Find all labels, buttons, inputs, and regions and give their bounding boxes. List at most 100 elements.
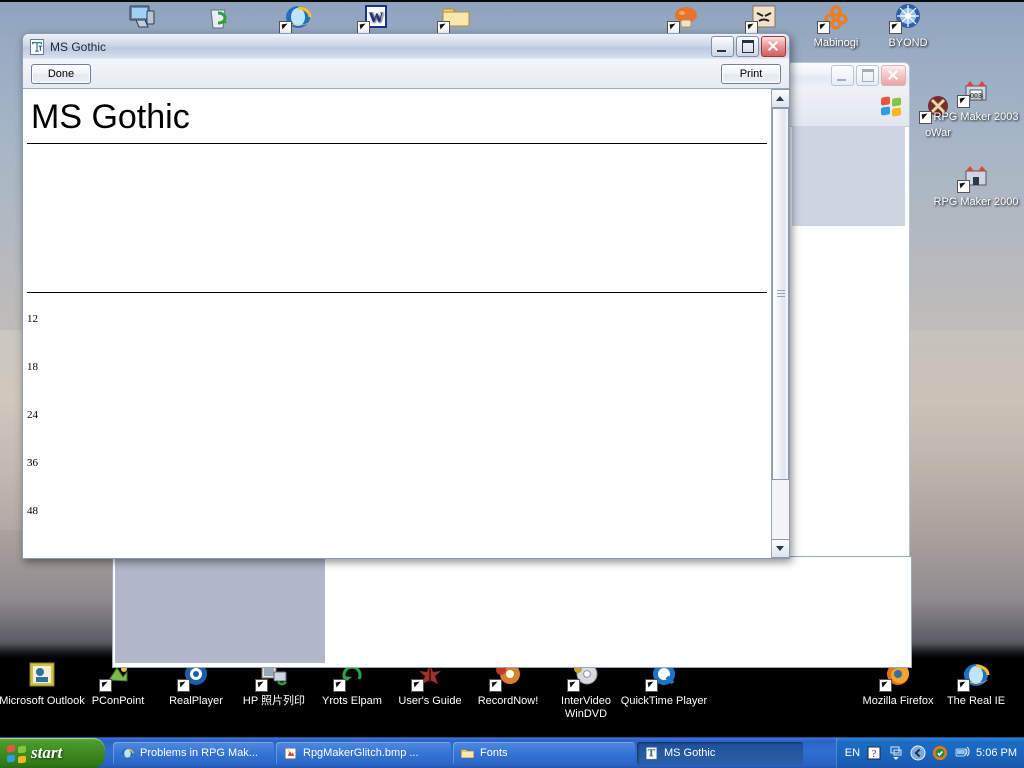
shortcut-overlay-icon [333, 679, 346, 692]
shortcut-overlay-icon [567, 679, 580, 692]
microsoft-word-icon: W [357, 2, 393, 34]
rpg-maker-2003-icon: 003 [957, 76, 993, 108]
fonts-window-side-panel [792, 126, 905, 226]
shortcut-overlay-icon [957, 679, 970, 692]
taskbar-item-label: Fonts [480, 747, 508, 759]
overlap-windows-icon[interactable] [888, 745, 904, 761]
minimize-button[interactable] [711, 36, 734, 57]
vertical-scrollbar[interactable] [771, 89, 789, 558]
font-viewer-window[interactable]: MS Gothic Done Print MS Gothic 12 18 24 36 4… [22, 33, 790, 559]
svg-text:?: ? [872, 749, 877, 760]
windows-flag-icon [881, 96, 903, 117]
shortcut-overlay-icon [255, 679, 268, 692]
recycle-bin-icon [201, 2, 235, 34]
font-sample-row: 24 [23, 409, 771, 457]
fonts-window-titlebar[interactable] [786, 62, 910, 88]
fonts-window-controls[interactable] [831, 65, 906, 86]
language-indicator[interactable]: EN [845, 747, 860, 759]
svg-text:003: 003 [970, 93, 982, 100]
byond-icon [889, 2, 925, 34]
taskbar-item-label: RpgMakerGlitch.bmp ... [303, 747, 419, 759]
maplestory-mushroom-icon [667, 2, 703, 34]
scroll-down-arrow-icon[interactable] [772, 539, 789, 558]
desktop-icon[interactable]: BYOND [862, 2, 954, 50]
desktop-icon-label: QuickTime Player [620, 695, 708, 707]
shortcut-overlay-icon [99, 679, 112, 692]
scrollbar-track[interactable] [772, 108, 789, 539]
desktop-icon[interactable] [172, 2, 264, 37]
close-button[interactable] [881, 65, 906, 86]
desktop-icon-label: RPG Maker 2003 [933, 111, 1019, 123]
scroll-up-arrow-icon[interactable] [772, 89, 789, 108]
font-file-icon [644, 746, 659, 761]
desktop-icon[interactable]: 003 RPG Maker 2003 [930, 76, 1022, 124]
font-sample-row: 18 [23, 361, 771, 409]
fonts-window-lower-panel [115, 559, 325, 663]
antivirus-shield-icon[interactable] [932, 745, 948, 761]
shortcut-overlay-icon [489, 679, 502, 692]
internet-explorer-icon [957, 660, 993, 692]
font-sample-row: 36 [23, 457, 771, 505]
font-sample-size: 24 [27, 409, 38, 421]
desktop-icon[interactable]: W [330, 2, 422, 37]
desktop-icon-label: BYOND [888, 37, 928, 49]
close-button[interactable] [761, 36, 786, 57]
folder-icon [437, 2, 473, 34]
font-viewer-controls[interactable] [711, 36, 786, 57]
desktop-icon-label: The Real IE [946, 695, 1006, 707]
taskbar-item[interactable]: Fonts [453, 741, 635, 765]
maximize-button[interactable] [736, 36, 759, 57]
font-metadata-region [23, 144, 771, 292]
windows-flag-icon [7, 743, 26, 764]
shortcut-overlay-icon [957, 180, 970, 193]
taskbar-item[interactable]: MS Gothic [637, 741, 803, 765]
taskbar-item[interactable]: RpgMakerGlitch.bmp ... [276, 741, 451, 765]
font-sample-size: 36 [27, 457, 38, 469]
font-sample-row: 48 [23, 505, 771, 553]
font-sample-row: 12 [23, 313, 771, 361]
mabinogi-icon [817, 2, 853, 34]
font-viewer-titlebar[interactable]: MS Gothic [22, 33, 790, 59]
font-viewer-toolbar: Done Print [23, 59, 789, 88]
minimize-button[interactable] [831, 65, 854, 86]
font-viewer-title: MS Gothic [50, 39, 107, 54]
font-preview-page: MS Gothic 12 18 24 36 48 [23, 89, 771, 558]
print-button[interactable]: Print [721, 63, 781, 84]
desktop-icon[interactable]: The Real IE [930, 660, 1022, 708]
taskbar[interactable]: start Problems in RPG Mak... RpgMakerGlit… [0, 737, 1024, 768]
desktop-icon[interactable] [410, 2, 502, 37]
taskbar-item-label: MS Gothic [664, 747, 716, 759]
system-tray[interactable]: EN ? 5:06 PM [835, 738, 1024, 768]
scrollbar-thumb[interactable] [772, 108, 789, 480]
font-file-icon [29, 38, 45, 55]
done-button[interactable]: Done [31, 63, 91, 84]
font-viewer-body: Done Print MS Gothic 12 18 24 36 48 [22, 59, 790, 559]
fonts-window-lower-sheet [112, 556, 912, 668]
folder-icon [460, 746, 475, 761]
taskbar-clock[interactable]: 5:06 PM [976, 747, 1017, 759]
shortcut-overlay-icon [645, 679, 658, 692]
scrollbar-grip-icon [777, 290, 785, 298]
start-button-label: start [31, 743, 63, 762]
paint-icon [283, 746, 298, 761]
font-preview-canvas: MS Gothic 12 18 24 36 48 [23, 88, 789, 558]
help-question-icon[interactable]: ? [866, 745, 882, 761]
taskbar-item[interactable]: Problems in RPG Mak... [113, 741, 274, 765]
show-hidden-icons-chevron[interactable] [910, 745, 926, 761]
taskbar-task-list[interactable]: Problems in RPG Mak... RpgMakerGlitch.bmp… [113, 741, 836, 765]
rpg-maker-2000-icon [957, 161, 993, 193]
maximize-button[interactable] [856, 65, 879, 86]
shortcut-overlay-icon [817, 21, 830, 34]
font-sample-size: 12 [27, 313, 38, 325]
microsoft-outlook-icon [25, 660, 59, 692]
fonts-window-banner [787, 88, 909, 127]
angry-face-game-icon [745, 2, 781, 34]
my-computer-icon [125, 2, 159, 34]
desktop-icon[interactable]: RPG Maker 2000 [930, 161, 1022, 209]
font-sample-size: 48 [27, 505, 38, 517]
start-button[interactable]: start [0, 738, 105, 768]
network-connection-icon[interactable] [954, 745, 970, 761]
shortcut-overlay-icon [957, 95, 970, 108]
svg-text:W: W [369, 10, 384, 26]
shortcut-overlay-icon [177, 679, 190, 692]
